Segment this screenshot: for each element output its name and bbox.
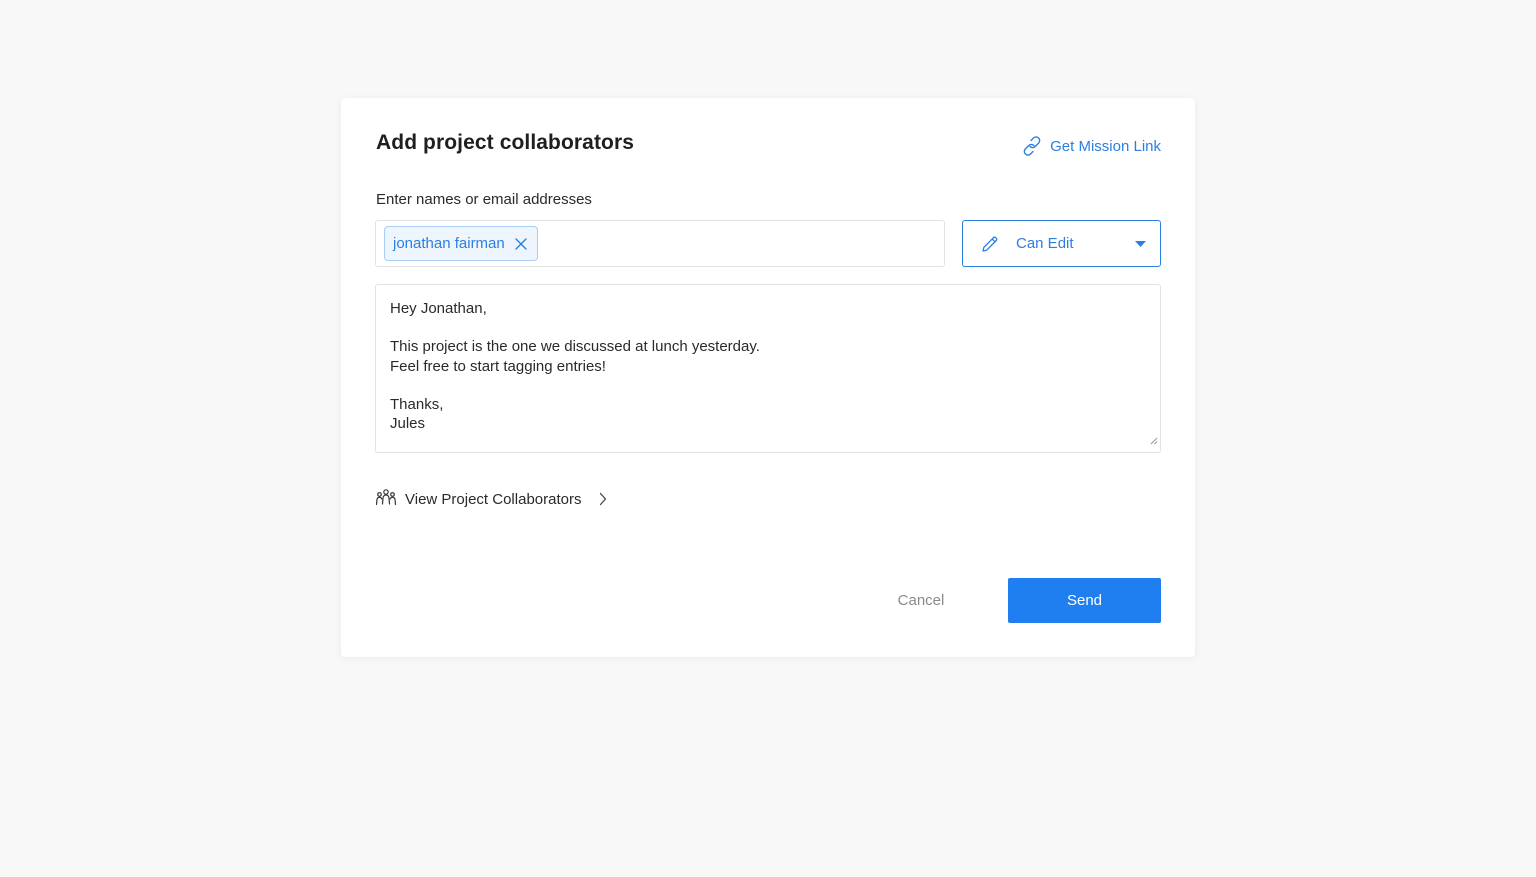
get-mission-link-label: Get Mission Link — [1050, 137, 1161, 155]
message-line: Jules — [390, 415, 426, 433]
view-project-collaborators-link[interactable]: View Project Collaborators — [375, 488, 607, 510]
link-icon — [1022, 134, 1042, 158]
message-line: Feel free to start tagging entries! — [390, 357, 606, 375]
view-project-collaborators-label: View Project Collaborators — [405, 490, 582, 508]
pencil-icon — [981, 235, 999, 253]
get-mission-link-button[interactable]: Get Mission Link — [1022, 134, 1161, 158]
resize-grip-icon[interactable] — [1150, 431, 1158, 450]
send-button[interactable]: Send — [1008, 578, 1161, 623]
cancel-button[interactable]: Cancel — [861, 578, 981, 623]
message-line: This project is the one we discussed at … — [390, 338, 760, 356]
people-icon — [375, 488, 397, 510]
dialog-title: Add project collaborators — [376, 131, 635, 154]
message-line: Hey Jonathan, — [390, 300, 487, 317]
recipient-chip[interactable]: jonathan fairman — [384, 226, 538, 261]
chevron-right-icon — [599, 492, 607, 506]
caret-down-icon — [1135, 240, 1146, 247]
recipients-field-label: Enter names or email addresses — [376, 191, 592, 208]
message-line: ​ — [390, 318, 1146, 337]
permission-dropdown[interactable]: Can Edit — [962, 220, 1161, 267]
close-icon[interactable] — [515, 237, 527, 250]
message-line: ​ — [390, 376, 1146, 395]
recipient-chip-label: jonathan fairman — [393, 235, 505, 252]
permission-selected-label: Can Edit — [1016, 235, 1074, 252]
message-line: Thanks, — [390, 396, 444, 414]
message-textarea[interactable]: Hey Jonathan,​This project is the one we… — [375, 284, 1161, 453]
recipients-input[interactable]: jonathan fairman — [375, 220, 945, 267]
add-collaborators-dialog: Add project collaborators Get Mission Li… — [341, 98, 1195, 657]
